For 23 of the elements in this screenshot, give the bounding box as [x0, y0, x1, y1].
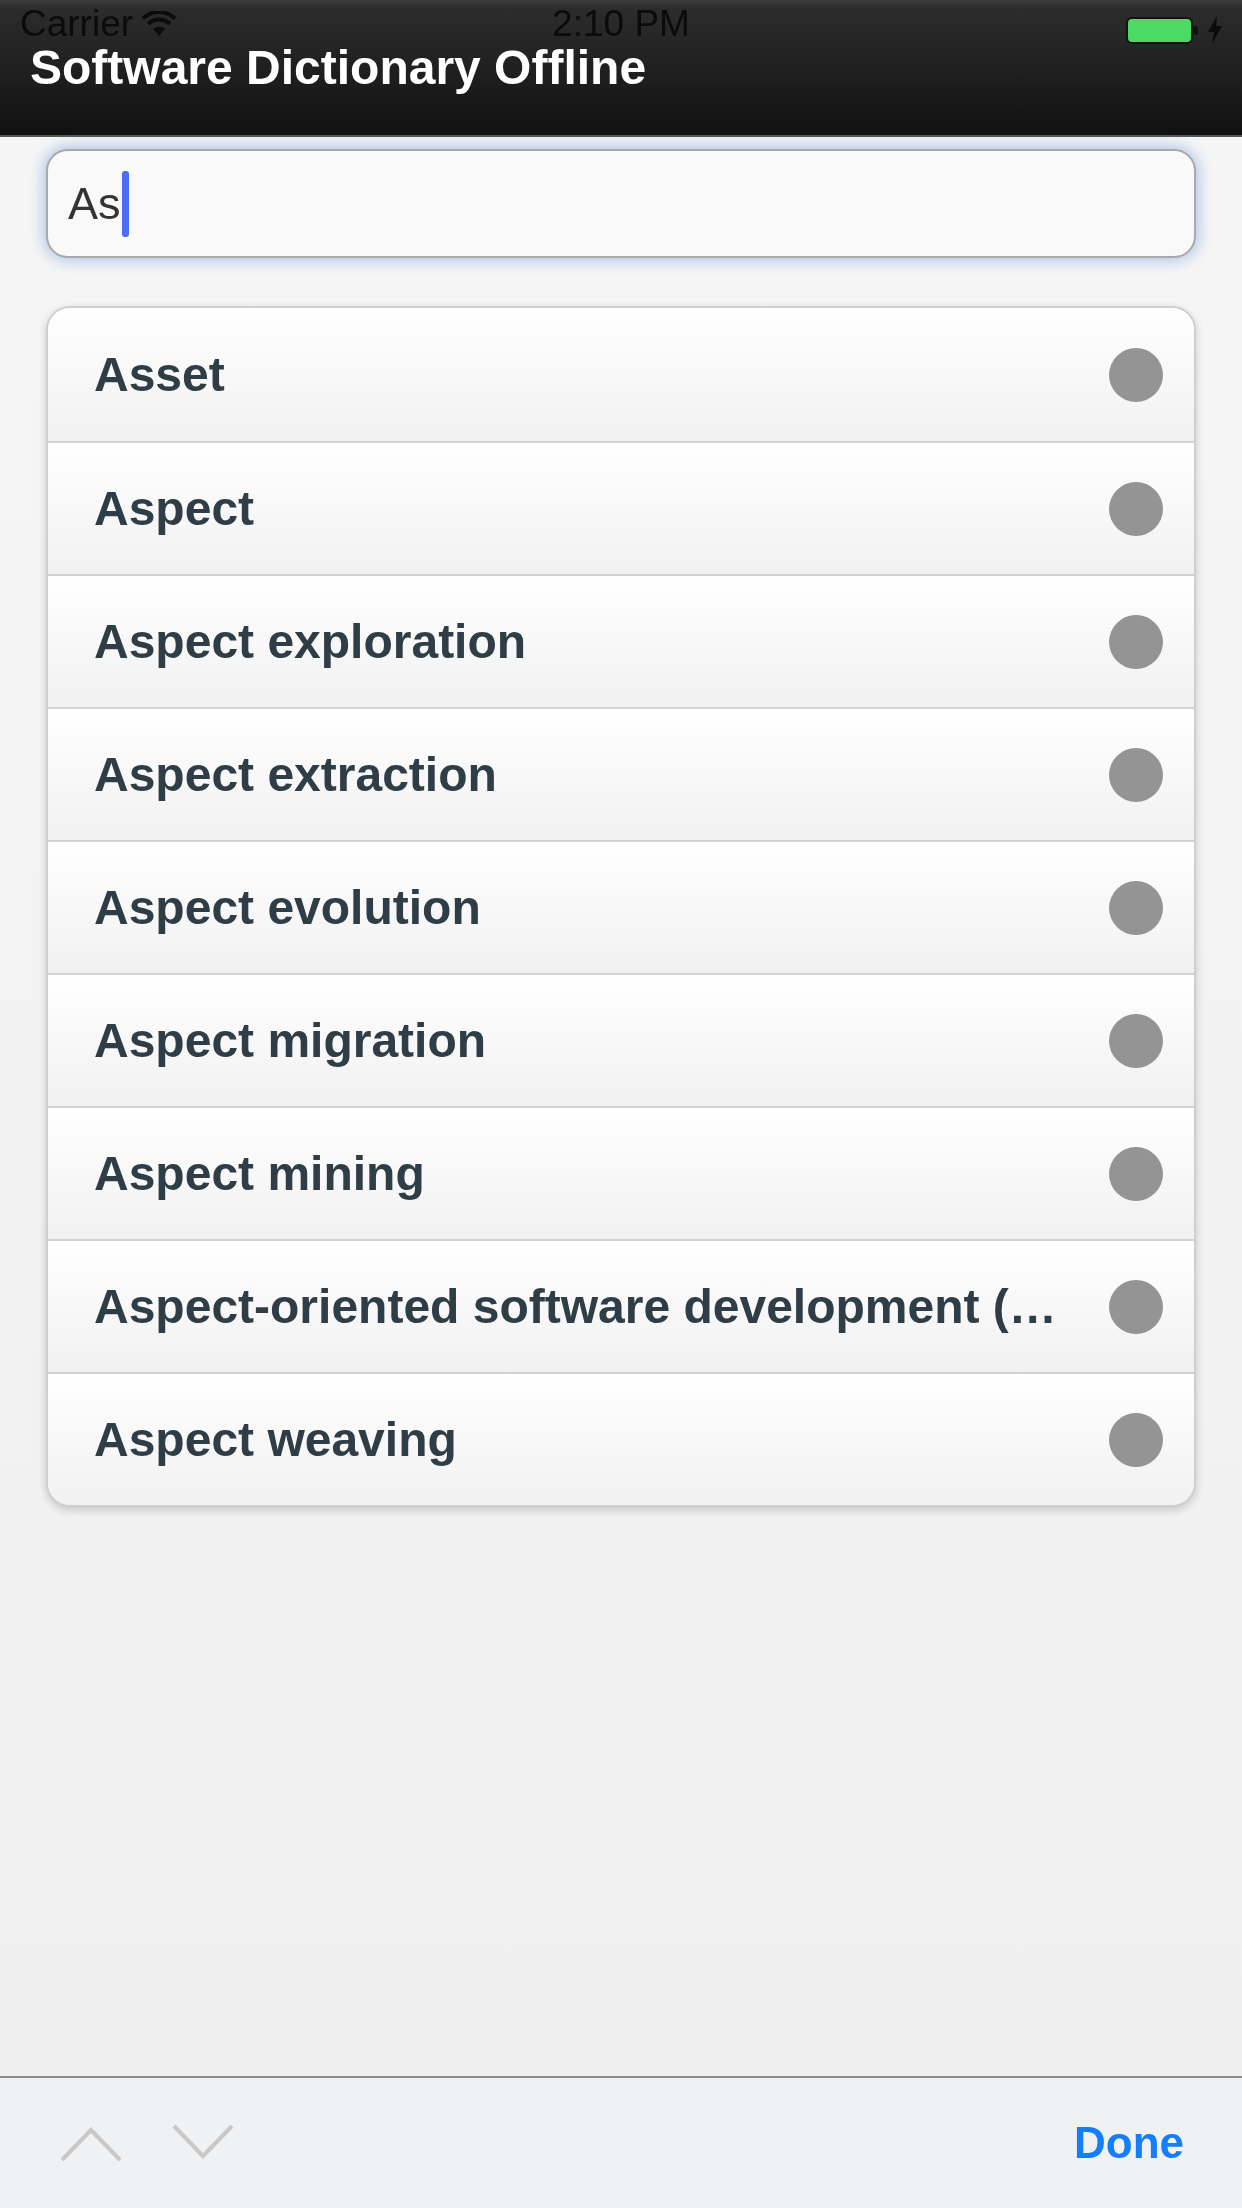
result-item[interactable]: Aspect-oriented software development (…	[48, 1239, 1194, 1372]
app-title: Software Dictionary Offline	[29, 40, 647, 96]
result-item[interactable]: Aspect	[48, 441, 1194, 574]
result-item[interactable]: Aspect mining	[48, 1106, 1194, 1239]
result-item[interactable]: Asset	[48, 308, 1194, 441]
result-item[interactable]: Aspect weaving	[48, 1372, 1194, 1505]
circle-icon	[1109, 481, 1163, 536]
result-item[interactable]: Aspect extraction	[48, 707, 1194, 840]
circle-icon	[1109, 1013, 1163, 1068]
circle-icon	[1109, 1412, 1163, 1467]
wifi-icon	[141, 11, 178, 37]
result-item[interactable]: Aspect evolution	[48, 840, 1194, 973]
circle-icon	[1109, 880, 1163, 935]
circle-icon	[1109, 1146, 1163, 1201]
circle-icon	[1109, 1279, 1163, 1334]
circle-icon	[1109, 614, 1163, 669]
result-item[interactable]: Aspect exploration	[48, 574, 1194, 707]
text-cursor-icon	[121, 170, 129, 237]
search-field[interactable]: As	[46, 149, 1196, 258]
result-item[interactable]: Aspect migration	[48, 973, 1194, 1106]
battery-icon	[1126, 16, 1200, 44]
circle-icon	[1109, 347, 1163, 402]
circle-icon	[1109, 747, 1163, 802]
